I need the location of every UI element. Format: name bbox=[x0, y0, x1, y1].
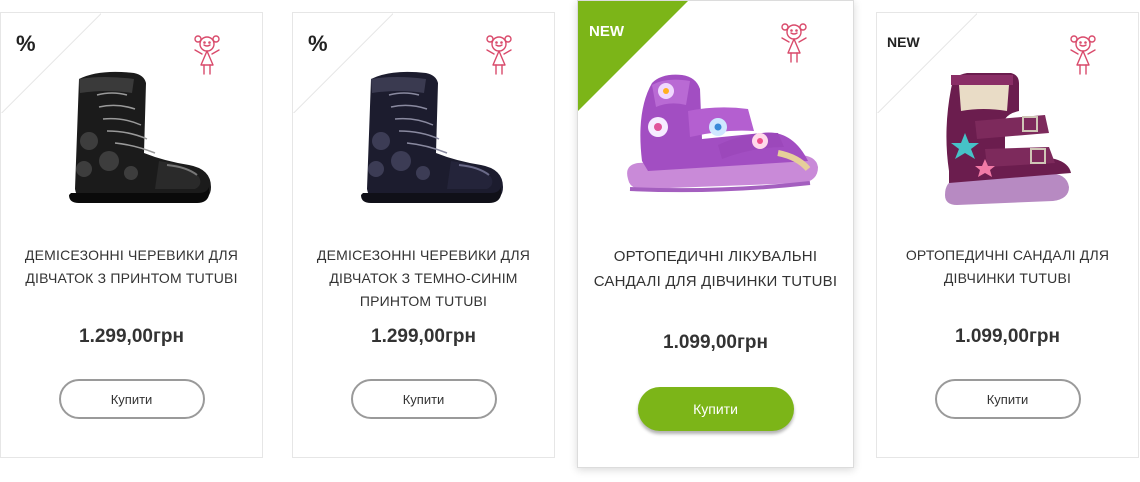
product-title[interactable]: ДЕМІСЕЗОННІ ЧЕРЕВИКИ ДЛЯ ДІВЧАТОК З ТЕМН… bbox=[303, 244, 544, 313]
product-title-line: ОРТОПЕДИЧНІ ЛІКУВАЛЬНІ bbox=[613, 248, 818, 265]
product-title-line: ДІВЧАТОК З ТЕМНО-СИНІМ bbox=[329, 270, 518, 286]
product-price: 1.299,00грн bbox=[79, 326, 184, 347]
product-title-line: ДЕМІСЕЗОННІ ЧЕРЕВИКИ ДЛЯ bbox=[24, 247, 239, 263]
discount-badge: % bbox=[16, 31, 36, 56]
product-card[interactable]: NEW ОРТОПЕДИЧНІ САНДАЛІ ДЛЯ ДІВЧИНКИ TUT… bbox=[876, 12, 1139, 458]
buy-button[interactable]: Купити bbox=[934, 379, 1081, 419]
product-title[interactable]: ОРТОПЕДИЧНІ САНДАЛІ ДЛЯ ДІВЧИНКИ TUTUBI bbox=[887, 244, 1128, 290]
product-title[interactable]: ДЕМІСЕЗОННІ ЧЕРЕВИКИ ДЛЯ ДІВЧАТОК З ПРИН… bbox=[11, 244, 252, 290]
product-price: 1.099,00грн bbox=[955, 326, 1060, 347]
product-title-line: ПРИНТОМ TUTUBI bbox=[359, 293, 488, 309]
product-card[interactable]: % ДЕМІСЕЗОННІ ЧЕРЕВИКИ ДЛЯ ДІВЧАТОК З ТЕ… bbox=[292, 12, 555, 458]
product-title-line: ДЕМІСЕЗОННІ ЧЕРЕВИКИ ДЛЯ bbox=[316, 247, 531, 263]
product-card[interactable]: % ДЕМІСЕЗОННІ ЧЕРЕВИКИ ДЛЯ ДІВЧАТОК З ПР… bbox=[0, 12, 263, 458]
product-image[interactable] bbox=[341, 61, 506, 211]
product-title-line: ОРТОПЕДИЧНІ САНДАЛІ ДЛЯ bbox=[905, 247, 1110, 263]
buy-button[interactable]: Купити bbox=[637, 387, 794, 431]
product-price: 1.299,00грн bbox=[371, 326, 476, 347]
product-price: 1.099,00грн bbox=[663, 332, 768, 353]
girl-icon bbox=[781, 23, 807, 63]
new-badge: NEW bbox=[887, 34, 920, 50]
product-image[interactable] bbox=[935, 63, 1075, 223]
product-title-line: ДІВЧИНКИ TUTUBI bbox=[943, 270, 1072, 286]
buy-button[interactable]: Купити bbox=[58, 379, 205, 419]
buy-button[interactable]: Купити bbox=[350, 379, 497, 419]
product-image[interactable] bbox=[618, 61, 818, 211]
product-title-line: ДІВЧАТОК З ПРИНТОМ TUTUBI bbox=[25, 270, 238, 286]
discount-badge: % bbox=[308, 31, 328, 56]
product-image[interactable] bbox=[49, 61, 214, 211]
new-badge: NEW bbox=[589, 23, 624, 40]
product-title-line: САНДАЛІ ДЛЯ ДІВЧИНКИ TUTUBI bbox=[593, 273, 838, 290]
product-title[interactable]: ОРТОПЕДИЧНІ ЛІКУВАЛЬНІ САНДАЛІ ДЛЯ ДІВЧИ… bbox=[588, 244, 843, 294]
product-card[interactable]: NEW ОРТОПЕДИЧНІ ЛІКУВАЛЬНІ САНДАЛІ ДЛЯ Д… bbox=[577, 0, 854, 468]
